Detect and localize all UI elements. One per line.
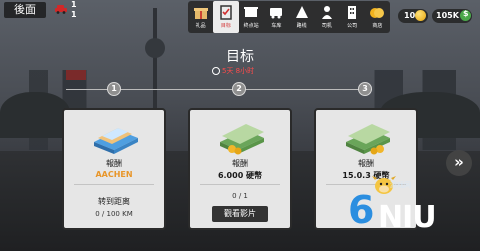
- red-car-icon: [55, 5, 67, 14]
- menu-target[interactable]: 目标: [213, 1, 239, 33]
- car-count-top: 1: [71, 0, 77, 9]
- menu-company[interactable]: 公司: [340, 1, 365, 33]
- back-button[interactable]: 後面: [4, 2, 46, 18]
- terminal-icon: [244, 7, 259, 17]
- menu-terminal[interactable]: 终点站: [239, 1, 264, 33]
- objective-progress: 0 / 1: [232, 192, 248, 200]
- company-icon: [348, 6, 357, 19]
- objective-progress: 0 / 100 KM: [95, 210, 133, 218]
- top-menu-bar: 礼品 目标 终点站 车库 路线 司机 公司 商店: [188, 1, 390, 33]
- menu-route[interactable]: 路线: [289, 1, 314, 33]
- menu-shop[interactable]: 商店: [365, 1, 390, 33]
- objective-text: 转到距离: [98, 197, 130, 206]
- next-page-button[interactable]: »: [446, 150, 472, 176]
- page-title: 目标: [226, 49, 254, 65]
- step-2: 2: [232, 82, 246, 96]
- money-stack-image: [346, 124, 390, 155]
- cash-icon: [460, 9, 471, 21]
- garage-icon: [270, 8, 283, 19]
- timer-text: 5天 8小时: [222, 67, 255, 75]
- bus-terminal-image: [94, 128, 138, 154]
- driver-icon: [321, 6, 332, 19]
- step-3: 3: [358, 82, 372, 96]
- watermark-number: 6: [348, 188, 375, 232]
- coins-value: 10: [404, 11, 416, 20]
- watermark-logo: NIU: [378, 200, 437, 235]
- step-1: 1: [107, 82, 121, 96]
- menu-driver[interactable]: 司机: [314, 1, 339, 33]
- timer: 5天 8小时: [212, 66, 254, 76]
- reward-label: 報酬: [106, 159, 122, 168]
- red-sign: [66, 70, 86, 80]
- reward-value: AACHEN: [95, 170, 133, 179]
- trees-left: [0, 92, 70, 138]
- car-count-bottom: 1: [71, 10, 77, 19]
- reward-label: 報酬: [232, 159, 248, 168]
- watermark-subtitle: 游戏网: [390, 181, 411, 189]
- gift-icon: [193, 8, 208, 19]
- coin-icon: [415, 10, 426, 21]
- menu-garage[interactable]: 车库: [264, 1, 289, 33]
- clock-icon: [212, 67, 220, 75]
- target-icon: [220, 5, 232, 20]
- watch-video-button[interactable]: 觀看影片: [212, 206, 268, 222]
- shop-icon: [370, 8, 385, 18]
- money-stack-image: [220, 124, 264, 155]
- reward-label: 報酬: [358, 159, 374, 168]
- route-icon: [295, 6, 308, 18]
- card-divider: [74, 184, 154, 185]
- reward-value: 6.000 硬幣: [217, 171, 263, 180]
- card-divider: [200, 184, 280, 185]
- menu-gift[interactable]: 礼品: [188, 1, 213, 33]
- objective-card-1[interactable]: 報酬 AACHEN 转到距离 0 / 100 KM: [62, 108, 166, 230]
- cash-value: 105K: [436, 11, 459, 20]
- objective-card-2[interactable]: 報酬 6.000 硬幣 0 / 1 觀看影片: [188, 108, 292, 230]
